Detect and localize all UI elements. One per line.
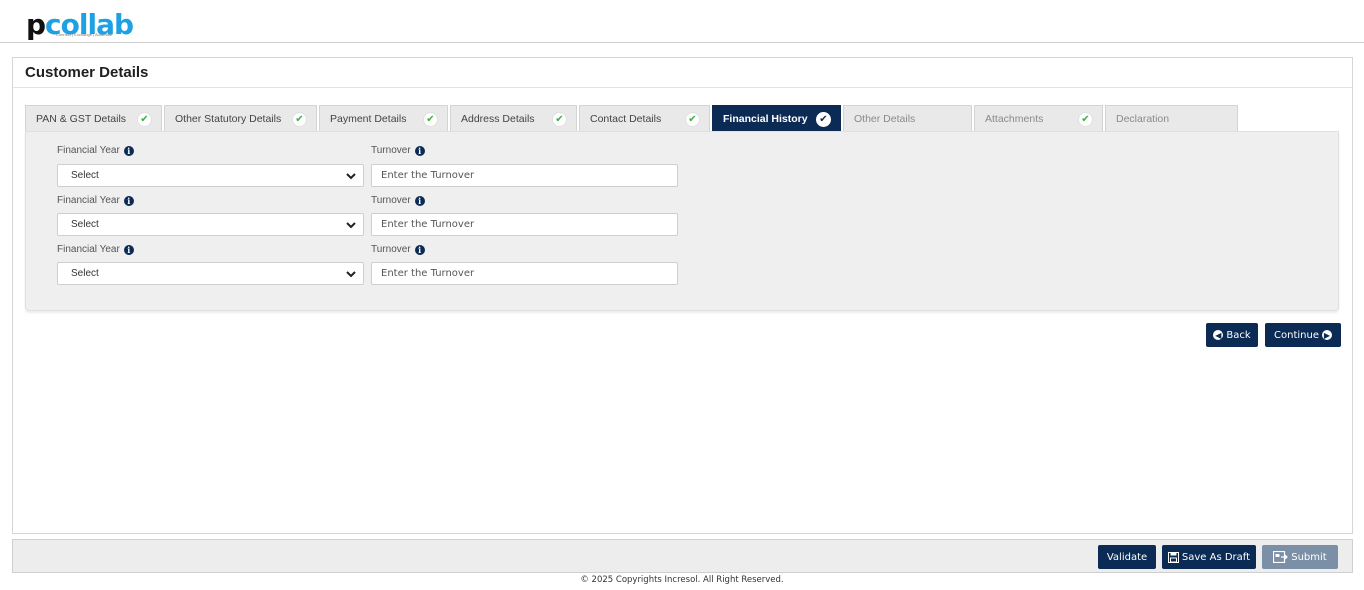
customer-details-panel: Customer Details PAN & GST Details ✔ Oth… bbox=[12, 57, 1353, 534]
back-label: Back bbox=[1226, 329, 1251, 341]
tab-label: Attachments bbox=[985, 113, 1044, 125]
submit-button[interactable]: Submit bbox=[1262, 545, 1338, 569]
save-as-draft-button[interactable]: Save As Draft bbox=[1162, 545, 1256, 569]
tab-pan-gst-details[interactable]: PAN & GST Details ✔ bbox=[25, 105, 162, 132]
tab-contact-details[interactable]: Contact Details ✔ bbox=[579, 105, 710, 132]
tab-label: Payment Details bbox=[330, 113, 407, 125]
submit-icon bbox=[1273, 551, 1289, 563]
check-icon: ✔ bbox=[137, 112, 152, 127]
tab-address-details[interactable]: Address Details ✔ bbox=[450, 105, 577, 132]
turnover-input[interactable] bbox=[371, 262, 678, 285]
financial-year-select[interactable]: Select bbox=[57, 213, 364, 236]
tab-other-details[interactable]: Other Details bbox=[843, 105, 972, 132]
financial-history-form: Financial Year i Turnover i Select Finan… bbox=[25, 131, 1339, 311]
tab-label: Declaration bbox=[1116, 113, 1170, 125]
check-icon: ✔ bbox=[685, 112, 700, 127]
tab-label: Financial History bbox=[723, 113, 808, 125]
footer-action-bar: Validate Save As Draft Submit bbox=[12, 539, 1353, 573]
financial-year-select[interactable]: Select bbox=[57, 164, 364, 187]
panel-header: Customer Details bbox=[13, 58, 1352, 88]
tab-label: Contact Details bbox=[590, 113, 662, 125]
logo-tagline: Connect | Exchange | Automate bbox=[56, 32, 113, 37]
pcollab-logo[interactable]: pcollab Connect | Exchange | Automate bbox=[26, 6, 134, 41]
turnover-input[interactable] bbox=[371, 164, 678, 187]
check-icon: ✔ bbox=[816, 112, 831, 127]
submit-label: Submit bbox=[1291, 551, 1327, 563]
turnover-label: Turnover i bbox=[371, 244, 425, 255]
arrow-right-icon: ▶ bbox=[1321, 330, 1332, 340]
label-text: Financial Year bbox=[57, 195, 120, 206]
financial-year-select[interactable]: Select bbox=[57, 262, 364, 285]
check-icon: ✔ bbox=[292, 112, 307, 127]
tab-label: Other Details bbox=[854, 113, 916, 125]
select-value: Select bbox=[71, 170, 99, 181]
top-header: pcollab Connect | Exchange | Automate bbox=[0, 0, 1364, 43]
validate-label: Validate bbox=[1106, 551, 1148, 563]
financial-year-label: Financial Year i bbox=[57, 195, 134, 206]
tab-other-statutory-details[interactable]: Other Statutory Details ✔ bbox=[164, 105, 317, 132]
tab-attachments[interactable]: Attachments ✔ bbox=[974, 105, 1103, 132]
check-icon: ✔ bbox=[552, 112, 567, 127]
chevron-down-icon bbox=[346, 173, 356, 180]
tab-declaration[interactable]: Declaration bbox=[1105, 105, 1238, 132]
financial-year-label: Financial Year i bbox=[57, 145, 134, 156]
turnover-input[interactable] bbox=[371, 213, 678, 236]
info-icon[interactable]: i bbox=[414, 145, 425, 156]
save-icon bbox=[1167, 551, 1179, 563]
turnover-label: Turnover i bbox=[371, 145, 425, 156]
check-icon: ✔ bbox=[1078, 112, 1093, 127]
tab-label: Other Statutory Details bbox=[175, 113, 282, 125]
tab-financial-history[interactable]: Financial History ✔ bbox=[712, 105, 841, 132]
check-icon: ✔ bbox=[423, 112, 438, 127]
tab-payment-details[interactable]: Payment Details ✔ bbox=[319, 105, 448, 132]
label-text: Turnover bbox=[371, 195, 411, 206]
logo-letter-p: p bbox=[26, 8, 46, 41]
select-value: Select bbox=[71, 268, 99, 279]
copyright-text: © 2025 Copyrights Incresol. All Right Re… bbox=[580, 575, 784, 585]
tab-label: Address Details bbox=[461, 113, 535, 125]
info-icon[interactable]: i bbox=[123, 195, 134, 206]
wizard-tabs: PAN & GST Details ✔ Other Statutory Deta… bbox=[25, 105, 1240, 132]
label-text: Financial Year bbox=[57, 244, 120, 255]
info-icon[interactable]: i bbox=[414, 244, 425, 255]
chevron-down-icon bbox=[346, 222, 356, 229]
select-value: Select bbox=[71, 219, 99, 230]
info-icon[interactable]: i bbox=[123, 244, 134, 255]
arrow-left-icon: ◀ bbox=[1213, 330, 1224, 340]
chevron-down-icon bbox=[346, 271, 356, 278]
save-draft-label: Save As Draft bbox=[1181, 551, 1251, 563]
financial-year-label: Financial Year i bbox=[57, 244, 134, 255]
back-button[interactable]: ◀ Back bbox=[1206, 323, 1258, 347]
turnover-label: Turnover i bbox=[371, 195, 425, 206]
continue-label: Continue bbox=[1274, 329, 1319, 341]
label-text: Financial Year bbox=[57, 145, 120, 156]
page-title: Customer Details bbox=[25, 64, 149, 81]
label-text: Turnover bbox=[371, 145, 411, 156]
info-icon[interactable]: i bbox=[123, 145, 134, 156]
validate-button[interactable]: Validate bbox=[1098, 545, 1156, 569]
tab-label: PAN & GST Details bbox=[36, 113, 127, 125]
label-text: Turnover bbox=[371, 244, 411, 255]
continue-button[interactable]: Continue ▶ bbox=[1265, 323, 1341, 347]
info-icon[interactable]: i bbox=[414, 195, 425, 206]
